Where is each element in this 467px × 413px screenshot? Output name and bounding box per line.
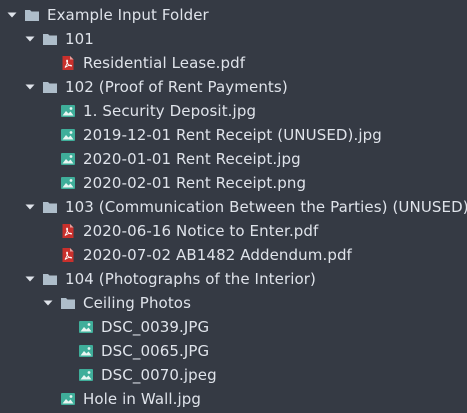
image-file-icon (60, 151, 76, 167)
expand-arrow-icon[interactable] (6, 9, 18, 21)
expand-arrow-icon[interactable] (24, 201, 36, 213)
image-file-icon (60, 175, 76, 191)
tree-folder-row[interactable]: 104 (Photographs of the Interior) (0, 267, 467, 291)
tree-item-label: 102 (Proof of Rent Payments) (65, 78, 288, 96)
folder-icon (42, 31, 58, 47)
folder-icon (24, 7, 40, 23)
tree-file-row[interactable]: 2019-12-01 Rent Receipt (UNUSED).jpg (0, 123, 467, 147)
tree-item-label: 103 (Communication Between the Parties) … (65, 198, 467, 216)
tree-file-row[interactable]: 1. Security Deposit.jpg (0, 99, 467, 123)
folder-icon (60, 295, 76, 311)
tree-folder-row[interactable]: 103 (Communication Between the Parties) … (0, 195, 467, 219)
tree-item-label: 1. Security Deposit.jpg (83, 102, 257, 120)
tree-file-row[interactable]: Residential Lease.pdf (0, 51, 467, 75)
tree-folder-row[interactable]: Ceiling Photos (0, 291, 467, 315)
tree-item-label: Hole in Wall.jpg (83, 390, 202, 408)
image-file-icon (60, 103, 76, 119)
tree-folder-row[interactable]: Example Input Folder (0, 3, 467, 27)
image-file-icon (60, 391, 76, 407)
tree-item-label: Residential Lease.pdf (83, 54, 246, 72)
tree-item-label: Example Input Folder (47, 6, 209, 24)
tree-item-label: DSC_0070.jpeg (101, 366, 217, 384)
expand-arrow-icon[interactable] (42, 297, 54, 309)
pdf-file-icon (60, 247, 76, 263)
tree-file-row[interactable]: DSC_0039.JPG (0, 315, 467, 339)
tree-file-row[interactable]: Hole in Wall.jpg (0, 387, 467, 411)
tree-file-row[interactable]: 2020-07-02 AB1482 Addendum.pdf (0, 243, 467, 267)
tree-file-row[interactable]: 2020-06-16 Notice to Enter.pdf (0, 219, 467, 243)
tree-item-label: 2020-07-02 AB1482 Addendum.pdf (83, 246, 352, 264)
tree-item-label: DSC_0065.JPG (101, 342, 210, 360)
image-file-icon (78, 319, 94, 335)
tree-item-label: 2020-02-01 Rent Receipt.png (83, 174, 307, 192)
image-file-icon (60, 127, 76, 143)
tree-file-row[interactable]: 2020-02-01 Rent Receipt.png (0, 171, 467, 195)
tree-item-label: 101 (65, 30, 94, 48)
expand-arrow-icon[interactable] (24, 33, 36, 45)
folder-icon (42, 271, 58, 287)
image-file-icon (78, 343, 94, 359)
pdf-file-icon (60, 223, 76, 239)
tree-file-row[interactable]: 2020-01-01 Rent Receipt.jpg (0, 147, 467, 171)
file-tree: Example Input Folder 101 Residential Lease… (0, 0, 467, 413)
tree-item-label: 2020-06-16 Notice to Enter.pdf (83, 222, 319, 240)
tree-folder-row[interactable]: 102 (Proof of Rent Payments) (0, 75, 467, 99)
pdf-file-icon (60, 55, 76, 71)
folder-icon (42, 199, 58, 215)
expand-arrow-icon[interactable] (24, 81, 36, 93)
tree-file-row[interactable]: DSC_0070.jpeg (0, 363, 467, 387)
folder-icon (42, 79, 58, 95)
tree-file-row[interactable]: DSC_0065.JPG (0, 339, 467, 363)
tree-item-label: 104 (Photographs of the Interior) (65, 270, 317, 288)
tree-item-label: Ceiling Photos (83, 294, 192, 312)
tree-item-label: DSC_0039.JPG (101, 318, 210, 336)
tree-item-label: 2019-12-01 Rent Receipt (UNUSED).jpg (83, 126, 382, 144)
tree-item-label: 2020-01-01 Rent Receipt.jpg (83, 150, 301, 168)
image-file-icon (78, 367, 94, 383)
tree-folder-row[interactable]: 101 (0, 27, 467, 51)
expand-arrow-icon[interactable] (24, 273, 36, 285)
